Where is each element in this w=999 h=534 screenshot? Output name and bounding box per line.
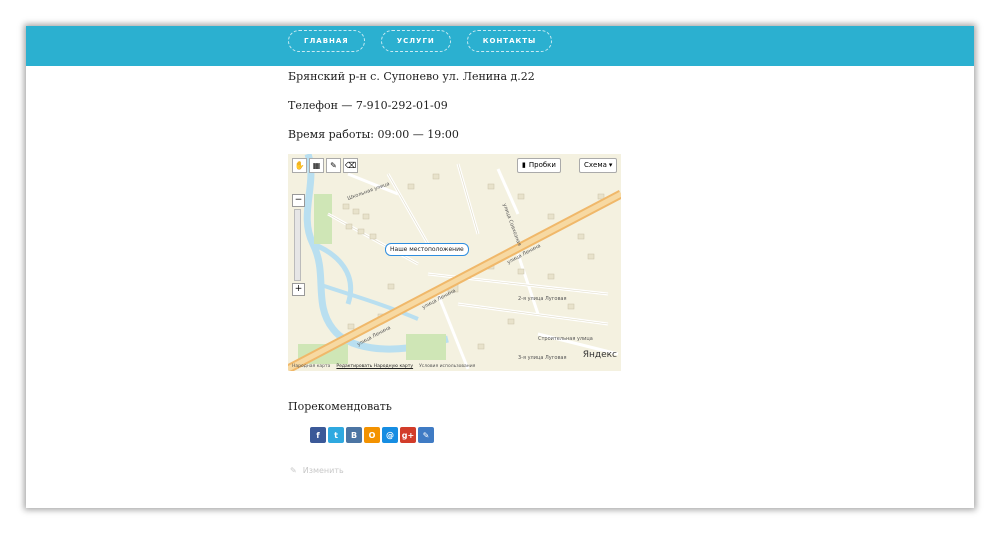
- street-label: Строительная улица: [538, 336, 593, 342]
- yandex-logo[interactable]: Яндекс: [583, 350, 617, 360]
- hand-icon[interactable]: ✋: [292, 158, 307, 173]
- zoom-slider[interactable]: [294, 209, 301, 281]
- zoom-control: − +: [292, 194, 305, 296]
- twitter-icon[interactable]: t: [328, 427, 344, 443]
- location-marker[interactable]: Наше местоположение: [385, 243, 469, 256]
- share-buttons: f t В О @ g+ ✎: [310, 427, 434, 443]
- nav-item-services[interactable]: Услуги: [380, 30, 451, 52]
- main-nav: Главная Услуги Контакты: [288, 30, 553, 52]
- traffic-light-icon: ▮: [522, 161, 526, 169]
- nav-item-home[interactable]: Главная: [288, 30, 365, 52]
- mailru-icon[interactable]: @: [382, 427, 398, 443]
- vkontakte-icon[interactable]: В: [346, 427, 362, 443]
- traffic-button[interactable]: ▮ Пробки: [517, 158, 561, 173]
- map-footer: Народная карта Редактировать Народную ка…: [292, 364, 475, 369]
- map-canvas[interactable]: улица Ленина улица Ленина улица Ленина 2…: [288, 154, 621, 371]
- chevron-down-icon: ▾: [608, 161, 613, 169]
- address-text: Брянский р-н с. Супонево ул. Ленина д.22: [288, 70, 535, 83]
- header-bar: Главная Услуги Контакты: [26, 26, 974, 66]
- page-frame: Главная Услуги Контакты Брянский р-н с. …: [26, 26, 974, 508]
- livejournal-icon[interactable]: ✎: [418, 427, 434, 443]
- facebook-icon[interactable]: f: [310, 427, 326, 443]
- zoom-area-icon[interactable]: ▦: [309, 158, 324, 173]
- odnoklassniki-icon[interactable]: О: [364, 427, 380, 443]
- map-type-label: Схема: [584, 161, 607, 169]
- edit-label: Изменить: [302, 466, 344, 475]
- street-label: 3-я улица Луговая: [518, 355, 566, 361]
- street-label: 2-я улица Луговая: [518, 296, 566, 302]
- eraser-icon[interactable]: ⌫: [343, 158, 358, 173]
- zoom-out-button[interactable]: −: [292, 194, 305, 207]
- nav-item-contacts[interactable]: Контакты: [466, 30, 553, 52]
- map-footer-text: Народная карта: [292, 364, 331, 369]
- map-edit-link[interactable]: Редактировать Народную карту: [336, 364, 413, 369]
- share-label: Порекомендовать: [288, 400, 392, 413]
- googleplus-icon[interactable]: g+: [400, 427, 416, 443]
- traffic-label: Пробки: [528, 161, 556, 169]
- phone-text: Телефон — 7-910-292-01-09: [288, 99, 448, 112]
- yandex-map[interactable]: улица Ленина улица Ленина улица Ленина 2…: [288, 154, 621, 371]
- pencil-icon: ✎: [290, 466, 297, 475]
- hours-text: Время работы: 09:00 — 19:00: [288, 128, 459, 141]
- map-terms-link[interactable]: Условия использования: [419, 364, 475, 369]
- map-type-button[interactable]: Схема ▾: [579, 158, 618, 173]
- ruler-icon[interactable]: ✎: [326, 158, 341, 173]
- map-tools: ✋ ▦ ✎ ⌫: [292, 158, 358, 173]
- zoom-in-button[interactable]: +: [292, 283, 305, 296]
- edit-link[interactable]: ✎ Изменить: [290, 466, 344, 475]
